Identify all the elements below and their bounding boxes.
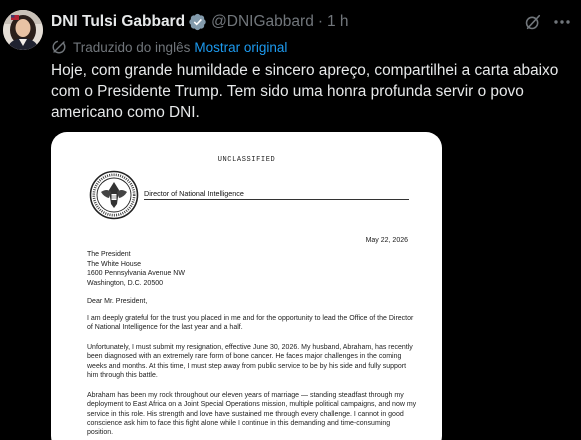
letter-date: May 22, 2026: [365, 237, 408, 244]
post-header: DNI Tulsi Gabbard @DNIGabbard · 1 h: [51, 12, 349, 32]
recipient-line: Washington, D.C. 20500: [87, 279, 164, 287]
recipient-address: The President The White House 1600 Penns…: [87, 250, 185, 288]
letter-paragraph: Unfortunately, I must submit my resignat…: [87, 344, 413, 379]
post-text: Hoje, com grande humildade e sincero apr…: [51, 62, 559, 121]
user-handle[interactable]: @DNIGabbard: [211, 13, 314, 31]
post-time[interactable]: 1 h: [327, 13, 349, 31]
recipient-line: 1600 Pennsylvania Avenue NW: [87, 270, 185, 278]
translation-notice: Traduzido do inglês Mostrar original: [51, 38, 287, 56]
letter-paragraph: Abraham has been my rock throughout our …: [87, 392, 417, 437]
avatar-photo-icon: [3, 10, 43, 50]
verified-badge-icon[interactable]: [189, 13, 207, 31]
letter-paragraph: I am deeply grateful for the trust you p…: [87, 315, 414, 332]
letterhead-office: Director of National Intelligence: [144, 189, 244, 198]
recipient-line: The President: [87, 251, 131, 258]
salutation: Dear Mr. President,: [87, 298, 148, 305]
grok-icon[interactable]: [524, 13, 542, 31]
recipient-line: The White House: [87, 260, 142, 268]
avatar[interactable]: [3, 10, 43, 50]
more-options-icon[interactable]: [552, 13, 572, 31]
show-original-link[interactable]: Mostrar original: [194, 40, 287, 55]
odni-seal-icon: [89, 170, 139, 220]
separator-dot: ·: [317, 13, 323, 30]
display-name[interactable]: DNI Tulsi Gabbard: [51, 13, 185, 31]
attached-letter-image[interactable]: UNCLASSIFIED Director of National Intell…: [51, 132, 442, 440]
translate-icon: [52, 40, 66, 54]
translated-label: Traduzido do inglês: [73, 39, 191, 55]
letterhead-rule: [144, 199, 409, 200]
classification-marking: UNCLASSIFIED: [217, 156, 276, 164]
